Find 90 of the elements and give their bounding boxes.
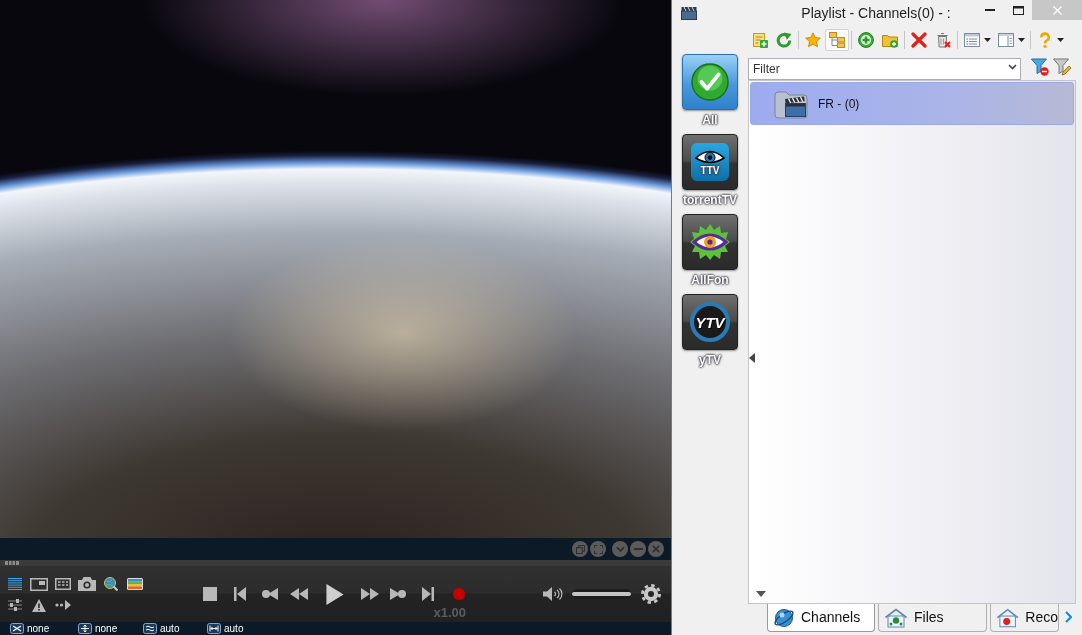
toolbar-button[interactable]: [825, 29, 849, 51]
triangle-down-icon: [756, 591, 766, 597]
move-arrows-icon: [78, 623, 92, 634]
logo-text: YTV: [690, 302, 730, 342]
fullscreen-icon: [593, 544, 603, 554]
settings-button[interactable]: [641, 584, 661, 604]
status-toggle[interactable]: none: [78, 622, 143, 635]
speed-label: x1.00: [433, 605, 467, 620]
plus-circle-icon: [858, 32, 874, 48]
collapse-button[interactable]: [612, 541, 628, 557]
settings-icon: [641, 584, 661, 604]
skip-back-icon: [234, 587, 246, 601]
dot-triangle-left-icon: [261, 588, 278, 600]
folder-clapperboard-icon: [774, 88, 808, 119]
chevron-down-icon: [1008, 64, 1017, 70]
color-bars-icon: [127, 578, 143, 590]
close-button[interactable]: [648, 541, 664, 557]
x-mark-icon: [10, 623, 24, 634]
star-icon: [805, 32, 821, 48]
fast-forward-icon: [361, 588, 379, 600]
minimize-icon: [633, 548, 643, 550]
dots-arrow-icon: [55, 600, 71, 610]
speaker-icon: [543, 587, 563, 601]
play-icon: [326, 583, 344, 605]
clapperboard-icon: [681, 6, 697, 20]
list-lines-icon: [8, 578, 22, 590]
restore-button[interactable]: [572, 541, 588, 557]
horizontal-arrows-icon: [207, 623, 221, 634]
tab[interactable]: Channels: [767, 604, 875, 632]
check-circle-icon: [691, 63, 729, 101]
collapse-panel-button[interactable]: [749, 353, 755, 363]
expand-button[interactable]: [756, 591, 766, 597]
tab[interactable]: Files: [878, 604, 987, 632]
delete-x-icon: [911, 32, 927, 48]
globe-search-icon: [104, 577, 118, 591]
funnel-pencil-icon: [1053, 58, 1071, 76]
skip-forward-icon: [422, 587, 434, 601]
fullscreen-button[interactable]: [590, 541, 606, 557]
caret-icon: [983, 38, 991, 42]
eye-starburst-icon: [690, 224, 730, 260]
maximize-icon: [1012, 5, 1024, 15]
house-network-icon: [884, 607, 908, 628]
chevron-down-icon: [615, 546, 625, 552]
refresh-icon: [776, 32, 792, 48]
stop-icon: [203, 587, 217, 601]
logo-text: TTV: [700, 164, 720, 176]
status-toggle[interactable]: auto: [207, 622, 267, 635]
snapshot-button[interactable]: [75, 576, 99, 592]
clear-filter-button[interactable]: [1030, 57, 1050, 77]
globe-icon: [773, 607, 795, 628]
category-button[interactable]: All: [682, 54, 738, 128]
house-record-icon: [996, 607, 1020, 628]
caret-icon: [1056, 38, 1064, 42]
category-button[interactable]: YTV yTV: [682, 294, 738, 368]
equalizer-icon: [8, 599, 22, 611]
chevron-right-icon: [1064, 611, 1072, 623]
caret-icon: [1017, 38, 1025, 42]
edit-filter-button[interactable]: [1052, 57, 1072, 77]
minimize-icon: [985, 9, 995, 11]
eye-icon: [695, 148, 725, 165]
category-button[interactable]: AllFon: [682, 214, 738, 288]
camera-icon: [78, 577, 96, 591]
triangle-left-icon: [749, 353, 755, 363]
record-icon: [452, 588, 465, 600]
group-row[interactable]: FR - (0): [750, 82, 1074, 125]
picture-in-picture-icon: [30, 577, 48, 591]
picture-in-picture-button[interactable]: [27, 576, 51, 592]
list-view-icon: [963, 32, 980, 48]
panel-view-icon: [997, 32, 1014, 48]
mute-button[interactable]: [543, 586, 563, 602]
folder-plus-icon: [882, 32, 898, 48]
notepad-plus-icon: [752, 32, 768, 48]
status-toggle[interactable]: none: [10, 622, 78, 635]
trash-icon: [935, 32, 951, 48]
folder-tree-icon: [829, 32, 845, 48]
rewind-icon: [289, 588, 308, 600]
dropdown-button[interactable]: [1008, 64, 1017, 70]
warning-icon: [32, 598, 46, 612]
window-title: Playlist - Channels(0) - :: [801, 5, 951, 21]
grid-icon: [55, 578, 71, 590]
funnel-minus-icon: [1031, 58, 1049, 76]
restore-icon: [575, 544, 585, 554]
triangle-dot-right-icon: [390, 588, 406, 600]
waves-icon: [143, 623, 157, 634]
filter-field[interactable]: Filter: [748, 58, 1021, 80]
close-icon: [1052, 5, 1062, 15]
tab[interactable]: Reco: [990, 604, 1059, 632]
status-toggle[interactable]: auto: [143, 622, 207, 635]
close-icon: [652, 545, 660, 553]
category-button[interactable]: TTV torrentTV: [682, 134, 738, 208]
